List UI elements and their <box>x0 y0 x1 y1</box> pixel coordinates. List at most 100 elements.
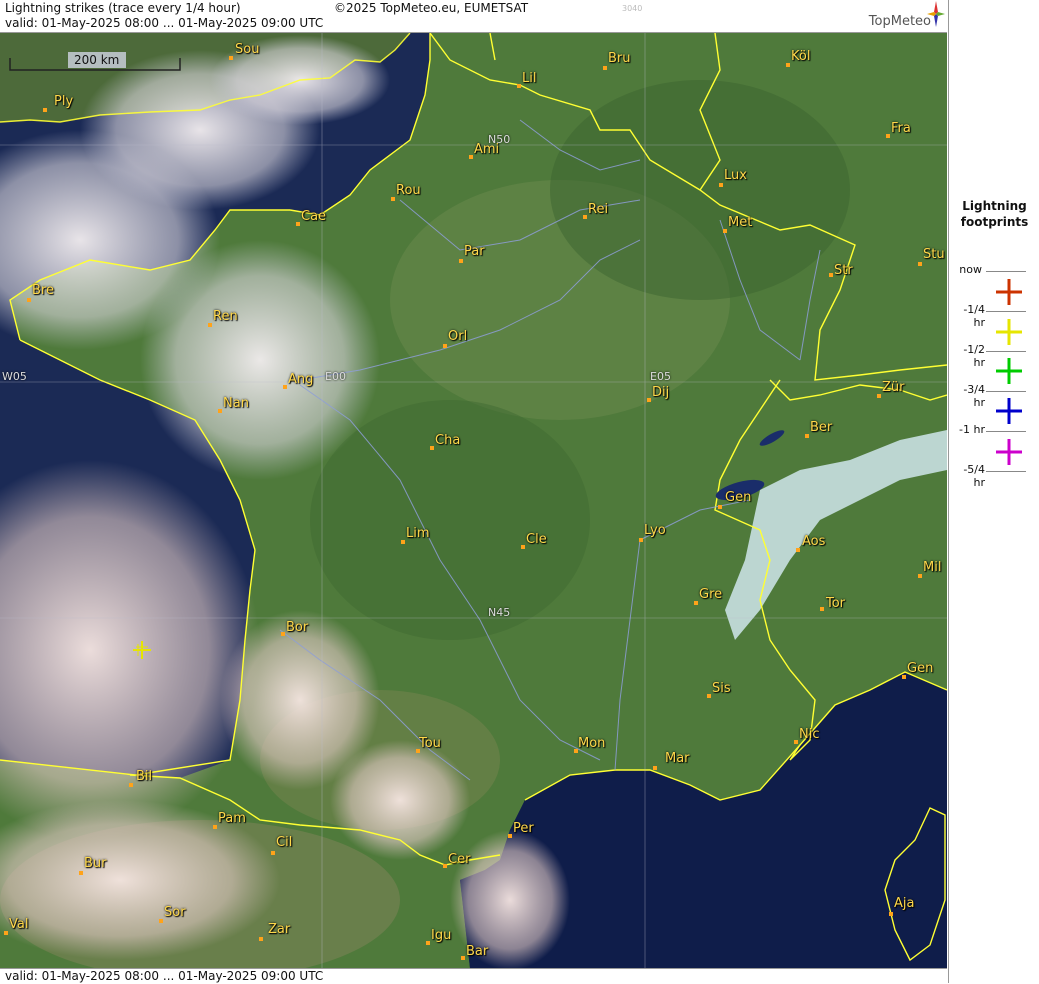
city-label-orl[interactable]: Orl <box>448 329 467 344</box>
city-label-bor[interactable]: Bor <box>286 620 308 635</box>
city-label-cer[interactable]: Cer <box>448 852 470 867</box>
city-label-cae[interactable]: Cae <box>301 209 326 224</box>
legend-line <box>986 391 1026 392</box>
city-label-gen-it[interactable]: Gen <box>907 661 933 676</box>
city-label-rou[interactable]: Rou <box>396 183 421 198</box>
legend-line <box>986 351 1026 352</box>
satellite-map[interactable]: 200 km N50 N45 W05 E00 E05 Sou Ply Lil B… <box>0 33 947 968</box>
legend-label-three-quarter-hr: -3/4 hr <box>963 383 985 409</box>
city-marker <box>259 937 263 941</box>
city-label-par[interactable]: Par <box>464 244 485 259</box>
city-marker <box>647 398 651 402</box>
city-label-mil[interactable]: Mil <box>923 560 941 575</box>
city-label-pam[interactable]: Pam <box>218 811 246 826</box>
image-code: 3040 <box>622 4 643 13</box>
city-marker <box>79 871 83 875</box>
city-marker <box>918 574 922 578</box>
city-label-dij[interactable]: Dij <box>652 385 669 400</box>
city-label-val[interactable]: Val <box>9 917 28 932</box>
city-label-ren[interactable]: Ren <box>213 309 238 324</box>
city-marker <box>283 385 287 389</box>
city-label-cha[interactable]: Cha <box>435 433 460 448</box>
magenta-cross-icon <box>996 439 1022 465</box>
city-label-rei[interactable]: Rei <box>588 202 608 217</box>
city-marker <box>459 259 463 263</box>
city-label-gen-ch[interactable]: Gen <box>725 490 751 505</box>
city-marker <box>796 548 800 552</box>
city-marker <box>694 601 698 605</box>
city-label-nan[interactable]: Nan <box>223 396 249 411</box>
city-marker <box>43 108 47 112</box>
city-label-kol[interactable]: Köl <box>791 49 810 64</box>
city-label-lyo[interactable]: Lyo <box>644 523 666 538</box>
map-canvas <box>0 33 947 968</box>
city-marker <box>4 931 8 935</box>
city-label-lim[interactable]: Lim <box>406 526 430 541</box>
city-label-str[interactable]: Str <box>834 263 853 278</box>
city-marker <box>829 273 833 277</box>
city-marker <box>918 262 922 266</box>
legend-label-five-quarter-hr: -5/4 hr <box>963 463 985 489</box>
city-label-bar[interactable]: Bar <box>466 944 488 959</box>
city-label-zar[interactable]: Zar <box>268 922 290 937</box>
copyright-notice: ©2025 TopMeteo.eu, EUMETSAT <box>334 1 529 15</box>
city-marker <box>469 155 473 159</box>
yellow-cross-icon <box>996 319 1022 345</box>
city-label-bur[interactable]: Bur <box>84 856 107 871</box>
city-marker <box>430 446 434 450</box>
city-marker <box>27 298 31 302</box>
city-label-zur[interactable]: Zür <box>882 380 905 395</box>
city-marker <box>213 825 217 829</box>
city-marker <box>521 545 525 549</box>
city-label-bru[interactable]: Bru <box>608 51 631 66</box>
city-label-mar[interactable]: Mar <box>665 751 690 766</box>
blue-cross-icon <box>996 398 1022 424</box>
city-marker <box>902 675 906 679</box>
city-label-tor[interactable]: Tor <box>826 596 845 611</box>
city-marker <box>794 740 798 744</box>
city-label-mon[interactable]: Mon <box>578 736 605 751</box>
city-label-ang[interactable]: Ang <box>288 372 313 387</box>
city-label-lux[interactable]: Lux <box>724 168 747 183</box>
city-marker <box>517 84 521 88</box>
city-label-lil[interactable]: Lil <box>522 71 536 86</box>
city-label-gre[interactable]: Gre <box>699 587 722 602</box>
legend-line <box>986 431 1026 432</box>
city-marker <box>805 434 809 438</box>
city-label-stu[interactable]: Stu <box>923 247 945 262</box>
legend-line <box>986 271 1026 272</box>
city-marker <box>208 323 212 327</box>
legend-line <box>986 311 1026 312</box>
city-label-aos[interactable]: Aos <box>802 534 825 549</box>
city-label-aja[interactable]: Aja <box>894 896 914 911</box>
lightning-strike-marker[interactable] <box>132 640 152 660</box>
brand-logo-text[interactable]: TopMeteo <box>869 14 931 29</box>
city-marker <box>653 766 657 770</box>
city-label-bil[interactable]: Bil <box>136 769 152 784</box>
city-label-tou[interactable]: Tou <box>419 736 441 751</box>
city-label-sou[interactable]: Sou <box>235 42 259 57</box>
city-label-ami[interactable]: Ami <box>474 142 499 157</box>
city-label-met[interactable]: Met <box>728 215 752 230</box>
city-label-per[interactable]: Per <box>513 821 534 836</box>
city-label-cle[interactable]: Cle <box>526 532 547 547</box>
city-label-bre[interactable]: Bre <box>32 283 54 298</box>
city-marker <box>719 183 723 187</box>
city-label-nic[interactable]: Nic <box>799 727 819 742</box>
city-marker <box>603 66 607 70</box>
city-label-ply[interactable]: Ply <box>54 94 73 109</box>
legend-label-now: now <box>959 263 982 276</box>
city-label-ber[interactable]: Ber <box>810 420 832 435</box>
orange-cross-icon <box>996 279 1022 305</box>
city-marker <box>443 344 447 348</box>
legend-label-one-hr: -1 hr <box>959 423 985 436</box>
city-label-igu[interactable]: Igu <box>431 928 451 943</box>
legend-label-quarter-hr: -1/4 hr <box>963 303 985 329</box>
city-label-cil[interactable]: Cil <box>276 835 292 850</box>
city-label-sor[interactable]: Sor <box>164 905 186 920</box>
city-marker <box>877 394 881 398</box>
grid-label-e05: E05 <box>650 370 671 383</box>
city-label-sis[interactable]: Sis <box>712 681 731 696</box>
city-label-fra[interactable]: Fra <box>891 121 911 136</box>
grid-label-n45: N45 <box>488 606 511 619</box>
